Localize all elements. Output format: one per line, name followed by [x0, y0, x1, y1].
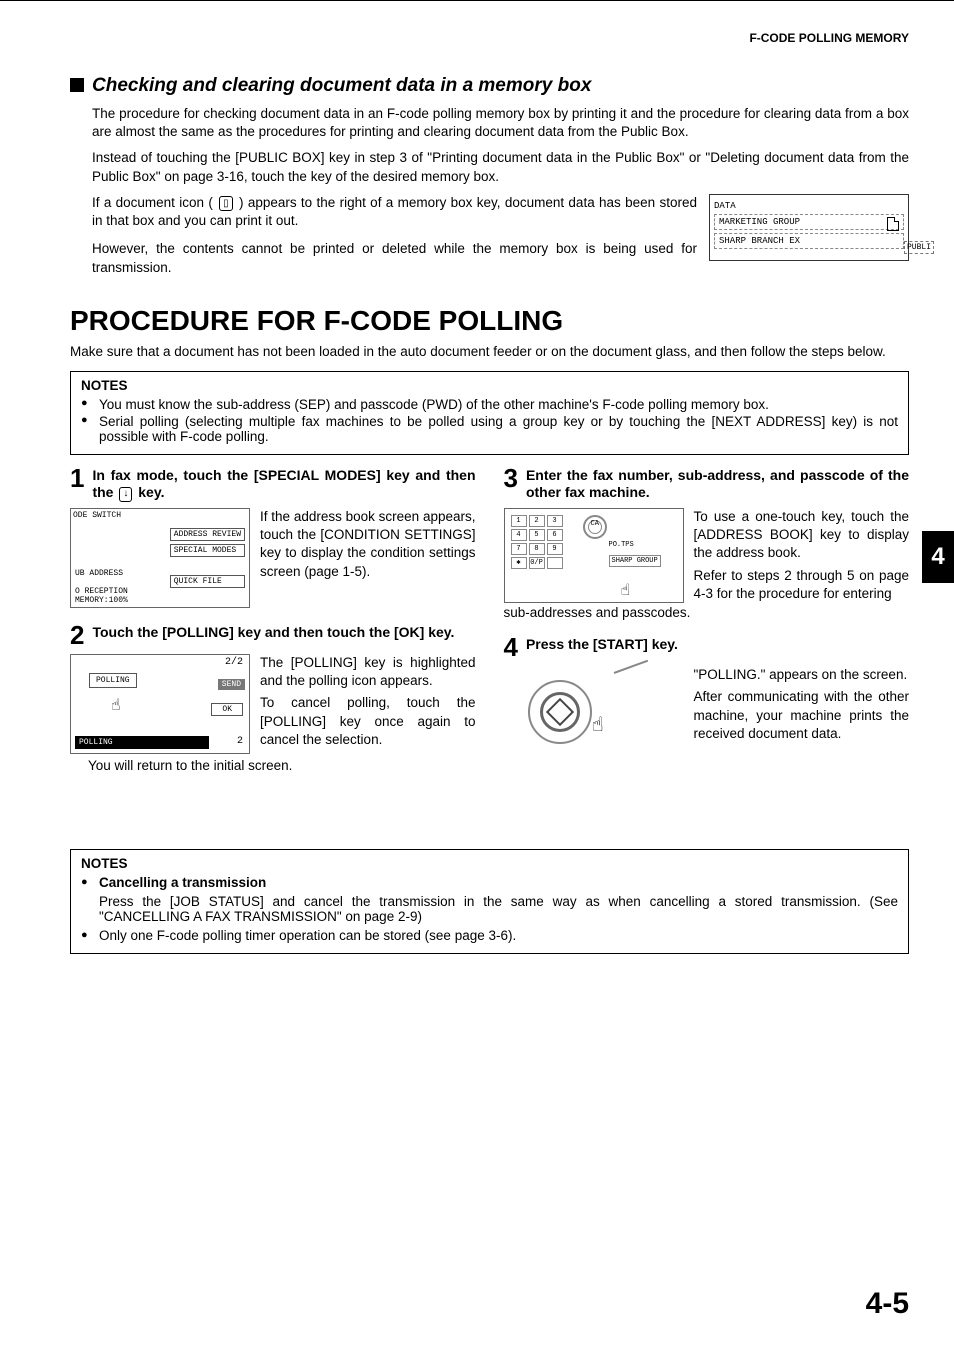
clear-all-button[interactable]: CA	[583, 515, 607, 539]
step2-body1: The [POLLING] key is highlighted and the…	[260, 654, 476, 690]
sharp-group-button[interactable]: SHARP GROUP	[609, 555, 661, 567]
notes1-item2: Serial polling (selecting multiple fax m…	[81, 414, 898, 444]
panel1-reception: O RECEPTION	[75, 587, 128, 596]
step4-body2: After communicating with the other machi…	[694, 688, 910, 743]
quick-file-button[interactable]: QUICK FILE	[170, 575, 245, 588]
step-1: 1 In fax mode, touch the [SPECIAL MODES]…	[70, 467, 476, 608]
numeric-keypad[interactable]: 123 456 789 ✱0/P	[511, 515, 563, 571]
hand-icon: ☝	[592, 712, 604, 738]
notes2-item2: Only one F-code polling timer operation …	[81, 928, 898, 943]
page-number: 4-5	[866, 1287, 909, 1321]
pen-icon	[613, 660, 648, 674]
step1-body: If the address book screen appears, touc…	[260, 508, 476, 608]
chapter-tab: 4	[922, 531, 954, 583]
step-4: 4 Press the [START] key. ☝ "POLLING." ap…	[504, 636, 910, 766]
section2-intro: Make sure that a document has not been l…	[70, 343, 909, 361]
start-button[interactable]	[528, 680, 592, 744]
step2-after: You will return to the initial screen.	[88, 758, 476, 773]
document-icon	[887, 217, 899, 231]
notes1-item1: You must know the sub-address (SEP) and …	[81, 397, 898, 412]
bullet-square-icon	[70, 78, 84, 92]
hand-icon: ☝	[111, 695, 121, 715]
step1-number: 1	[70, 465, 84, 491]
step3-number: 3	[504, 465, 518, 491]
step1-panel: ODE SWITCH ADDRESS REVIEW SPECIAL MODES …	[70, 508, 250, 608]
panel-row-2: SHARP BRANCH EX	[714, 233, 904, 249]
notes-box-2: NOTES Cancelling a transmission Press th…	[70, 849, 909, 954]
document-inline-icon: ▯	[219, 196, 233, 212]
page-header: F-CODE POLLING MEMORY	[70, 31, 909, 45]
panel2-page-count: 2/2	[225, 657, 243, 668]
step3-panel: 123 456 789 ✱0/P CA PO.TPS SHARP GROUP ☝	[504, 508, 684, 603]
step4-panel: ☝	[504, 666, 684, 766]
notes2-title: NOTES	[81, 856, 898, 871]
memory-box-panel: DATA MARKETING GROUP SHARP BRANCH EX PUB…	[709, 194, 909, 261]
section1-para2: Instead of touching the [PUBLIC BOX] key…	[92, 149, 909, 185]
notes1-title: NOTES	[81, 378, 898, 393]
step-2: 2 Touch the [POLLING] key and then touch…	[70, 624, 476, 773]
step4-title: Press the [START] key.	[526, 636, 909, 654]
section1-para1: The procedure for checking document data…	[92, 105, 909, 141]
start-diamond-icon	[545, 698, 573, 726]
step3-title: Enter the fax number, sub-address, and p…	[526, 467, 909, 502]
send-button[interactable]: SEND	[218, 679, 245, 690]
panel-row-1: MARKETING GROUP	[714, 214, 904, 230]
step2-panel: POLLING ☝ SEND OK 2/2 2 POLLING	[70, 654, 250, 754]
polling-button[interactable]: POLLING	[89, 673, 137, 688]
panel1-switch-label: ODE SWITCH	[73, 511, 121, 520]
step4-body1: "POLLING." appears on the screen.	[694, 666, 910, 684]
panel1-memory: MEMORY:100%	[75, 596, 128, 605]
polling-status-bar: POLLING	[75, 736, 209, 749]
step3-body2-a: Refer to steps 2 through 5 on page 4-3 f…	[694, 567, 910, 603]
down-arrow-icon: ↓	[119, 487, 132, 502]
step3-body2-b: sub-addresses and passcodes.	[504, 605, 910, 620]
address-review-button[interactable]: ADDRESS REVIEW	[170, 528, 245, 541]
step-3: 3 Enter the fax number, sub-address, and…	[504, 467, 910, 620]
step2-body2: To cancel polling, touch the [POLLING] k…	[260, 694, 476, 749]
step2-title: Touch the [POLLING] key and then touch t…	[92, 624, 475, 642]
panel-public-label: PUBLI	[904, 241, 934, 254]
section2-heading: PROCEDURE FOR F-CODE POLLING	[70, 305, 909, 337]
panel2-scroll-num: 2	[237, 736, 243, 747]
panel-title: DATA	[714, 201, 904, 211]
notes-box-1: NOTES You must know the sub-address (SEP…	[70, 371, 909, 455]
step3-body1: To use a one-touch key, touch the [ADDRE…	[694, 508, 910, 563]
panel3-tps: PO.TPS	[609, 541, 634, 549]
step2-number: 2	[70, 622, 84, 648]
notes2-item1-title: Cancelling a transmission	[81, 875, 898, 890]
ok-button[interactable]: OK	[211, 703, 243, 716]
step4-number: 4	[504, 634, 518, 660]
hand-icon: ☝	[621, 580, 631, 600]
special-modes-button[interactable]: SPECIAL MODES	[170, 544, 245, 557]
notes2-item1-body: Press the [JOB STATUS] and cancel the tr…	[81, 894, 898, 924]
panel1-sub-address: UB ADDRESS	[75, 569, 123, 578]
section1-heading: Checking and clearing document data in a…	[70, 75, 909, 97]
step1-title: In fax mode, touch the [SPECIAL MODES] k…	[92, 467, 475, 502]
